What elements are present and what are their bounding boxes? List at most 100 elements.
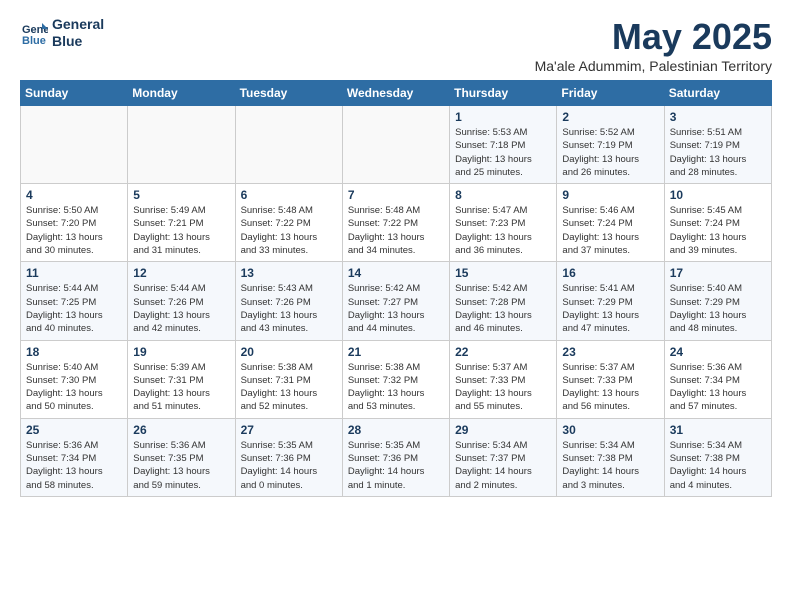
day-number: 11: [26, 266, 122, 280]
day-info: Sunrise: 5:45 AM Sunset: 7:24 PM Dayligh…: [670, 204, 766, 257]
day-number: 25: [26, 423, 122, 437]
day-info: Sunrise: 5:36 AM Sunset: 7:34 PM Dayligh…: [26, 439, 122, 492]
day-number: 30: [562, 423, 658, 437]
day-info: Sunrise: 5:42 AM Sunset: 7:27 PM Dayligh…: [348, 282, 444, 335]
day-cell: 30 Sunrise: 5:34 AM Sunset: 7:38 PM Dayli…: [557, 418, 664, 496]
day-cell: 13 Sunrise: 5:43 AM Sunset: 7:26 PM Dayli…: [235, 262, 342, 340]
day-cell: [342, 106, 449, 184]
day-info: Sunrise: 5:36 AM Sunset: 7:35 PM Dayligh…: [133, 439, 229, 492]
logo: General Blue General Blue: [20, 16, 104, 50]
day-cell: 12Sunrise: 5:44 AM Sunset: 7:26 PM Dayli…: [128, 262, 235, 340]
day-number: 9: [562, 188, 658, 202]
day-info: Sunrise: 5:43 AM Sunset: 7:26 PM Dayligh…: [241, 282, 337, 335]
week-row-1: 1 Sunrise: 5:53 AM Sunset: 7:18 PM Daylig…: [21, 106, 772, 184]
day-number: 28: [348, 423, 444, 437]
week-row-3: 11 Sunrise: 5:44 AM Sunset: 7:25 PM Dayli…: [21, 262, 772, 340]
day-cell: 20 Sunrise: 5:38 AM Sunset: 7:31 PM Dayli…: [235, 340, 342, 418]
day-info: Sunrise: 5:34 AM Sunset: 7:38 PM Dayligh…: [670, 439, 766, 492]
day-number: 27: [241, 423, 337, 437]
day-cell: 5Sunrise: 5:49 AM Sunset: 7:21 PM Daylig…: [128, 184, 235, 262]
day-info: Sunrise: 5:37 AM Sunset: 7:33 PM Dayligh…: [455, 361, 551, 414]
week-row-2: 4Sunrise: 5:50 AM Sunset: 7:20 PM Daylig…: [21, 184, 772, 262]
day-cell: 26 Sunrise: 5:36 AM Sunset: 7:35 PM Dayli…: [128, 418, 235, 496]
day-info: Sunrise: 5:51 AM Sunset: 7:19 PM Dayligh…: [670, 126, 766, 179]
day-cell: 10 Sunrise: 5:45 AM Sunset: 7:24 PM Dayli…: [664, 184, 771, 262]
logo-text: General Blue: [52, 16, 104, 50]
day-info: Sunrise: 5:35 AM Sunset: 7:36 PM Dayligh…: [241, 439, 337, 492]
day-number: 24: [670, 345, 766, 359]
day-number: 18: [26, 345, 122, 359]
day-number: 13: [241, 266, 337, 280]
day-number: 21: [348, 345, 444, 359]
day-number: 31: [670, 423, 766, 437]
day-info: Sunrise: 5:40 AM Sunset: 7:29 PM Dayligh…: [670, 282, 766, 335]
day-header-tuesday: Tuesday: [235, 81, 342, 106]
day-header-sunday: Sunday: [21, 81, 128, 106]
day-info: Sunrise: 5:46 AM Sunset: 7:24 PM Dayligh…: [562, 204, 658, 257]
day-info: Sunrise: 5:36 AM Sunset: 7:34 PM Dayligh…: [670, 361, 766, 414]
calendar-subtitle: Ma'ale Adummim, Palestinian Territory: [535, 58, 772, 74]
day-info: Sunrise: 5:38 AM Sunset: 7:31 PM Dayligh…: [241, 361, 337, 414]
day-info: Sunrise: 5:49 AM Sunset: 7:21 PM Dayligh…: [133, 204, 229, 257]
day-number: 6: [241, 188, 337, 202]
day-cell: 4Sunrise: 5:50 AM Sunset: 7:20 PM Daylig…: [21, 184, 128, 262]
day-number: 7: [348, 188, 444, 202]
day-info: Sunrise: 5:47 AM Sunset: 7:23 PM Dayligh…: [455, 204, 551, 257]
day-cell: 25 Sunrise: 5:36 AM Sunset: 7:34 PM Dayli…: [21, 418, 128, 496]
day-number: 29: [455, 423, 551, 437]
day-number: 16: [562, 266, 658, 280]
day-cell: 1 Sunrise: 5:53 AM Sunset: 7:18 PM Daylig…: [450, 106, 557, 184]
day-info: Sunrise: 5:50 AM Sunset: 7:20 PM Dayligh…: [26, 204, 122, 257]
day-cell: 31 Sunrise: 5:34 AM Sunset: 7:38 PM Dayli…: [664, 418, 771, 496]
day-info: Sunrise: 5:34 AM Sunset: 7:38 PM Dayligh…: [562, 439, 658, 492]
day-cell: 16 Sunrise: 5:41 AM Sunset: 7:29 PM Dayli…: [557, 262, 664, 340]
day-number: 1: [455, 110, 551, 124]
day-number: 12: [133, 266, 229, 280]
day-cell: 7Sunrise: 5:48 AM Sunset: 7:22 PM Daylig…: [342, 184, 449, 262]
day-info: Sunrise: 5:48 AM Sunset: 7:22 PM Dayligh…: [241, 204, 337, 257]
day-number: 20: [241, 345, 337, 359]
day-header-friday: Friday: [557, 81, 664, 106]
day-info: Sunrise: 5:40 AM Sunset: 7:30 PM Dayligh…: [26, 361, 122, 414]
day-cell: 29Sunrise: 5:34 AM Sunset: 7:37 PM Dayli…: [450, 418, 557, 496]
day-cell: 8Sunrise: 5:47 AM Sunset: 7:23 PM Daylig…: [450, 184, 557, 262]
day-number: 26: [133, 423, 229, 437]
day-number: 10: [670, 188, 766, 202]
day-number: 17: [670, 266, 766, 280]
day-info: Sunrise: 5:39 AM Sunset: 7:31 PM Dayligh…: [133, 361, 229, 414]
day-cell: 18 Sunrise: 5:40 AM Sunset: 7:30 PM Dayli…: [21, 340, 128, 418]
day-cell: 24 Sunrise: 5:36 AM Sunset: 7:34 PM Dayli…: [664, 340, 771, 418]
week-row-4: 18 Sunrise: 5:40 AM Sunset: 7:30 PM Dayli…: [21, 340, 772, 418]
day-info: Sunrise: 5:38 AM Sunset: 7:32 PM Dayligh…: [348, 361, 444, 414]
day-cell: 28 Sunrise: 5:35 AM Sunset: 7:36 PM Dayli…: [342, 418, 449, 496]
day-cell: [235, 106, 342, 184]
day-number: 19: [133, 345, 229, 359]
day-cell: 19 Sunrise: 5:39 AM Sunset: 7:31 PM Dayli…: [128, 340, 235, 418]
logo-icon: General Blue: [20, 19, 48, 47]
day-info: Sunrise: 5:42 AM Sunset: 7:28 PM Dayligh…: [455, 282, 551, 335]
day-header-thursday: Thursday: [450, 81, 557, 106]
day-cell: 2Sunrise: 5:52 AM Sunset: 7:19 PM Daylig…: [557, 106, 664, 184]
svg-text:Blue: Blue: [22, 35, 46, 47]
day-info: Sunrise: 5:44 AM Sunset: 7:25 PM Dayligh…: [26, 282, 122, 335]
day-cell: 21 Sunrise: 5:38 AM Sunset: 7:32 PM Dayli…: [342, 340, 449, 418]
day-cell: 11 Sunrise: 5:44 AM Sunset: 7:25 PM Dayli…: [21, 262, 128, 340]
day-cell: 14 Sunrise: 5:42 AM Sunset: 7:27 PM Dayli…: [342, 262, 449, 340]
day-cell: [128, 106, 235, 184]
day-cell: 9 Sunrise: 5:46 AM Sunset: 7:24 PM Daylig…: [557, 184, 664, 262]
day-info: Sunrise: 5:41 AM Sunset: 7:29 PM Dayligh…: [562, 282, 658, 335]
day-info: Sunrise: 5:53 AM Sunset: 7:18 PM Dayligh…: [455, 126, 551, 179]
header-row: SundayMondayTuesdayWednesdayThursdayFrid…: [21, 81, 772, 106]
page-header: General Blue General Blue May 2025 Ma'al…: [20, 16, 772, 74]
day-cell: 17 Sunrise: 5:40 AM Sunset: 7:29 PM Dayli…: [664, 262, 771, 340]
week-row-5: 25 Sunrise: 5:36 AM Sunset: 7:34 PM Dayli…: [21, 418, 772, 496]
day-header-wednesday: Wednesday: [342, 81, 449, 106]
day-cell: 15Sunrise: 5:42 AM Sunset: 7:28 PM Dayli…: [450, 262, 557, 340]
day-cell: 22 Sunrise: 5:37 AM Sunset: 7:33 PM Dayli…: [450, 340, 557, 418]
day-number: 2: [562, 110, 658, 124]
day-number: 14: [348, 266, 444, 280]
day-info: Sunrise: 5:35 AM Sunset: 7:36 PM Dayligh…: [348, 439, 444, 492]
day-info: Sunrise: 5:37 AM Sunset: 7:33 PM Dayligh…: [562, 361, 658, 414]
day-cell: [21, 106, 128, 184]
day-number: 22: [455, 345, 551, 359]
